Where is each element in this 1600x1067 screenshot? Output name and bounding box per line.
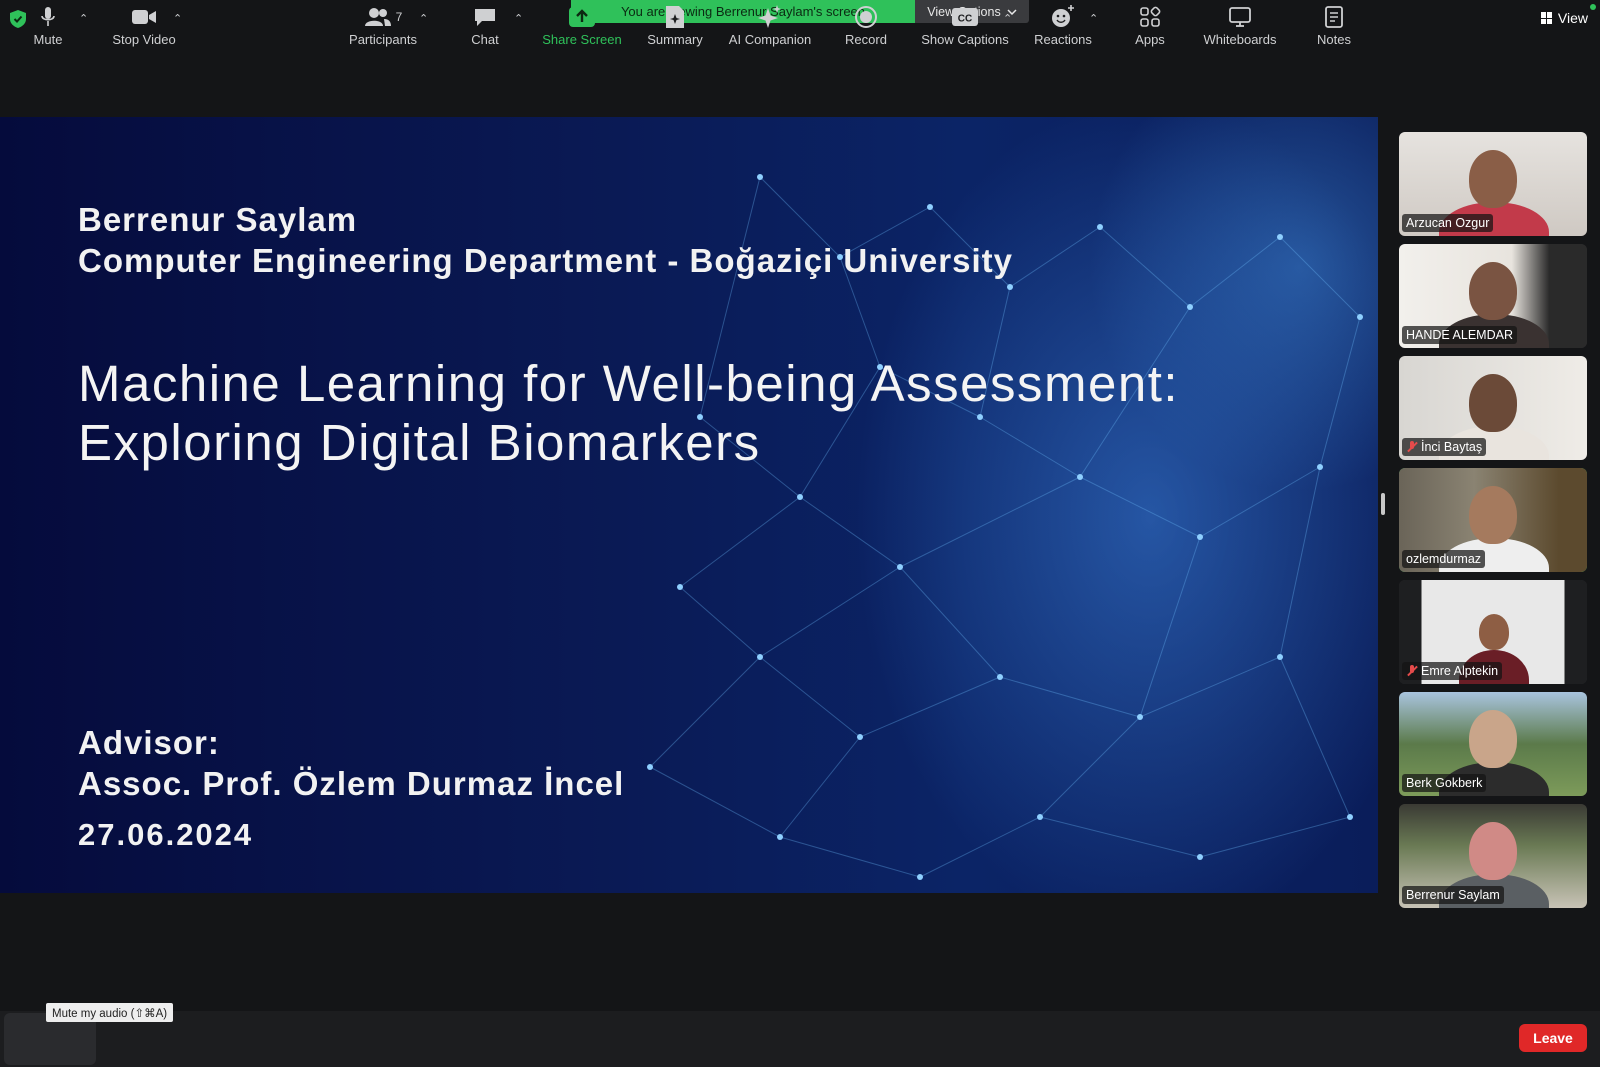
- mute-button[interactable]: Mute: [22, 4, 74, 56]
- notes-icon: [1325, 6, 1343, 28]
- notes-button[interactable]: Notes: [1312, 4, 1356, 56]
- record-icon: [855, 6, 877, 28]
- stop-video-label: Stop Video: [112, 32, 176, 47]
- video-options-caret-icon[interactable]: ⌃: [173, 12, 183, 25]
- chat-label: Chat: [471, 32, 499, 47]
- summary-label: Summary: [647, 32, 703, 47]
- slide-advisor-name: Assoc. Prof. Özlem Durmaz İncel: [78, 765, 625, 802]
- stop-video-button[interactable]: Stop Video: [106, 4, 182, 56]
- captions-caret-icon[interactable]: ⌃: [1003, 12, 1013, 25]
- apps-label: Apps: [1135, 32, 1165, 47]
- slide-title-line1: Machine Learning for Well-being Assessme…: [78, 355, 1180, 412]
- smiley-plus-icon: [1052, 5, 1074, 27]
- ai-companion-label: AI Companion: [728, 32, 812, 47]
- share-screen-icon: [569, 7, 595, 27]
- participant-tile[interactable]: İnci Baytaş: [1399, 356, 1587, 460]
- participant-name-tag: Emre Alptekin: [1402, 662, 1503, 680]
- leave-label: Leave: [1533, 1030, 1573, 1046]
- slide-title-line2: Exploring Digital Biomarkers: [78, 414, 761, 471]
- participant-name-tag: Berrenur Saylam: [1402, 886, 1504, 904]
- ai-companion-button[interactable]: AI Companion: [725, 4, 815, 56]
- status-dot: [1590, 4, 1596, 10]
- participant-name-tag: HANDE ALEMDAR: [1402, 326, 1517, 344]
- mic-muted-icon: [1406, 665, 1418, 677]
- video-camera-icon: [132, 10, 156, 24]
- participant-tile-active-speaker[interactable]: ozlemdurmaz: [1399, 468, 1587, 572]
- show-captions-button[interactable]: CC Show Captions: [918, 4, 1012, 56]
- view-button-label: View: [1557, 10, 1588, 26]
- panel-resize-handle[interactable]: [1381, 493, 1385, 515]
- participant-name-tag: ozlemdurmaz: [1402, 550, 1486, 568]
- slide-date: 27.06.2024: [78, 817, 254, 852]
- sparkle-icon: [758, 5, 781, 28]
- participants-icon: [364, 8, 391, 26]
- gallery-view-icon: [1540, 12, 1552, 24]
- apps-icon: [1140, 6, 1161, 27]
- slide-advisor-block: Advisor: Assoc. Prof. Özlem Durmaz İncel: [78, 722, 624, 804]
- reactions-button[interactable]: Reactions: [1030, 4, 1096, 56]
- whiteboards-label: Whiteboards: [1203, 32, 1277, 47]
- participant-tile[interactable]: HANDE ALEMDAR: [1399, 244, 1587, 348]
- share-screen-label: Share Screen: [542, 32, 622, 47]
- participant-tile[interactable]: Berrenur Saylam: [1399, 804, 1587, 908]
- slide-department: Computer Engineering Department - Boğazi…: [78, 242, 1013, 279]
- record-button[interactable]: Record: [840, 4, 892, 56]
- svg-text:CC: CC: [958, 14, 972, 25]
- mic-muted-icon: [1406, 441, 1418, 453]
- audio-options-caret-icon[interactable]: ⌃: [79, 12, 89, 25]
- chat-bubble-icon: [475, 9, 495, 26]
- participant-tile[interactable]: Arzucan Ozgur: [1399, 132, 1587, 236]
- whiteboard-icon: [1229, 7, 1251, 27]
- reactions-caret-icon[interactable]: ⌃: [1089, 12, 1099, 25]
- summary-button[interactable]: Summary: [643, 4, 707, 56]
- participant-name-tag: İnci Baytaş: [1402, 438, 1487, 456]
- mute-label: Mute: [33, 32, 63, 47]
- slide-advisor-label: Advisor:: [78, 724, 220, 761]
- reactions-label: Reactions: [1034, 32, 1092, 47]
- whiteboards-button[interactable]: Whiteboards: [1196, 4, 1284, 56]
- participants-label: Participants: [349, 32, 417, 47]
- mute-tooltip: Mute my audio (⇧⌘A): [46, 1003, 174, 1022]
- chat-button[interactable]: Chat: [463, 4, 507, 56]
- closed-captions-icon: CC: [952, 8, 978, 26]
- participants-button[interactable]: 7 Participants: [343, 4, 423, 56]
- summary-document-icon: [666, 6, 684, 28]
- microphone-icon: [41, 7, 55, 26]
- view-button[interactable]: View: [1540, 10, 1588, 26]
- slide-title: Machine Learning for Well-being Assessme…: [78, 354, 1179, 472]
- shared-screen-slide: Berrenur Saylam Computer Engineering Dep…: [0, 117, 1378, 893]
- notes-label: Notes: [1317, 32, 1351, 47]
- record-label: Record: [845, 32, 887, 47]
- apps-button[interactable]: Apps: [1130, 4, 1170, 56]
- participant-gallery: Arzucan Ozgur HANDE ALEMDAR İnci Baytaş …: [1399, 132, 1587, 916]
- slide-author-block: Berrenur Saylam Computer Engineering Dep…: [78, 199, 1013, 281]
- participants-count: 7: [395, 10, 403, 24]
- participant-name-tag: Arzucan Ozgur: [1402, 214, 1494, 232]
- chat-caret-icon[interactable]: ⌃: [514, 12, 524, 25]
- share-screen-button[interactable]: Share Screen: [539, 4, 625, 56]
- slide-author-name: Berrenur Saylam: [78, 201, 358, 238]
- mute-tooltip-text: Mute my audio (⇧⌘A): [52, 1007, 168, 1020]
- participant-tile[interactable]: Emre Alptekin: [1399, 580, 1587, 684]
- participant-tile[interactable]: Berk Gokberk: [1399, 692, 1587, 796]
- meeting-toolbar: [0, 1011, 1600, 1067]
- participant-name-tag: Berk Gokberk: [1402, 774, 1487, 792]
- zoom-window: You are viewing Berrenur Saylam's screen…: [0, 0, 1600, 1067]
- leave-button[interactable]: Leave: [1519, 1024, 1587, 1052]
- participants-caret-icon[interactable]: ⌃: [419, 12, 429, 25]
- show-captions-label: Show Captions: [921, 32, 1009, 47]
